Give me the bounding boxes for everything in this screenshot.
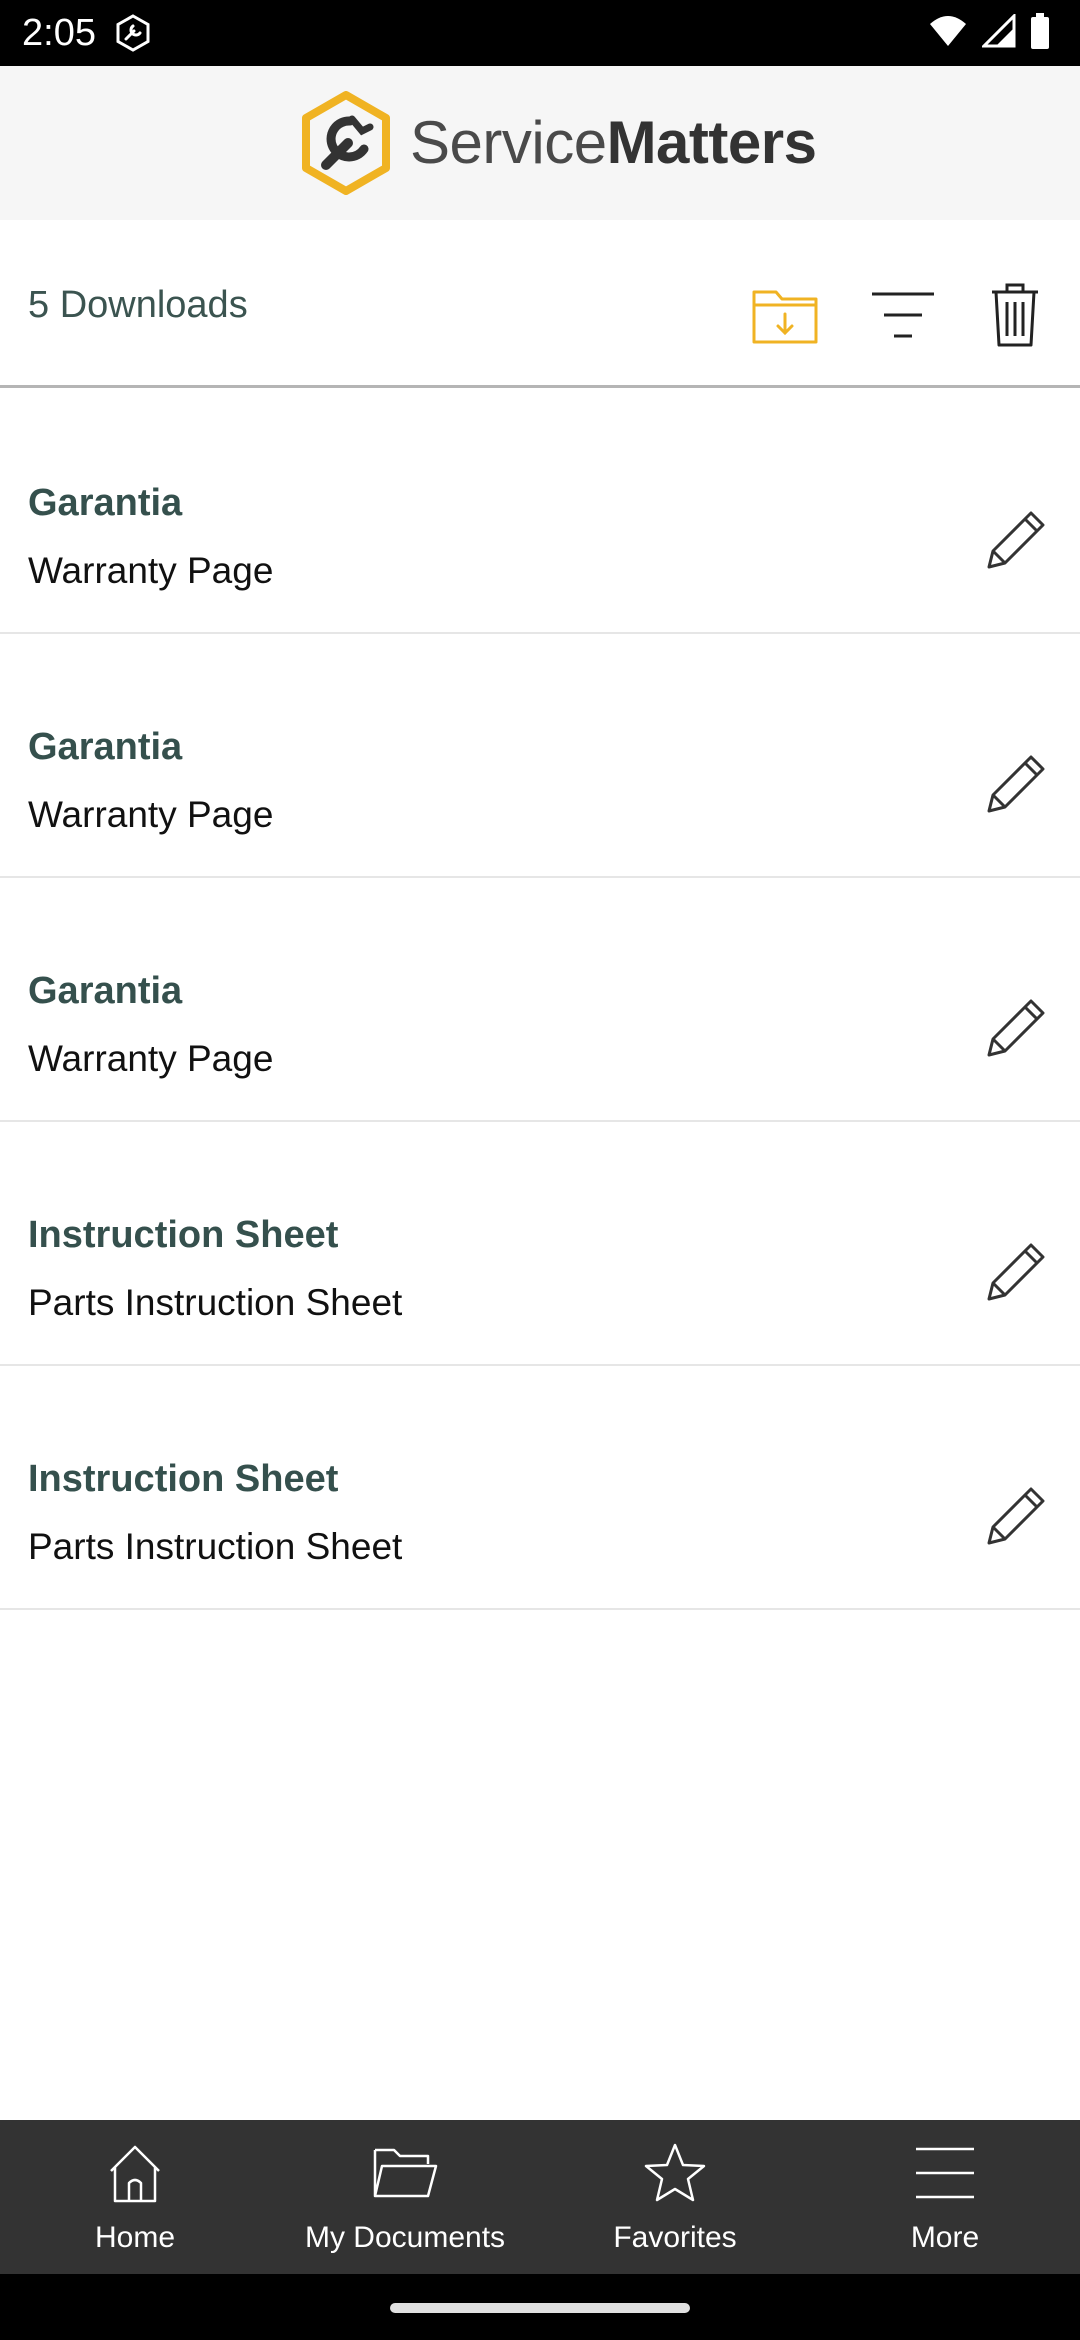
nav-my-documents[interactable]: My Documents: [270, 2120, 540, 2274]
pencil-icon: [983, 1239, 1049, 1310]
folder-download-button[interactable]: [750, 282, 820, 352]
status-icons: [928, 11, 1050, 54]
edit-button[interactable]: [980, 1238, 1052, 1310]
edit-button[interactable]: [980, 750, 1052, 822]
nav-more[interactable]: More: [810, 2120, 1080, 2274]
nav-my-documents-label: My Documents: [304, 2221, 506, 2254]
document-subtitle: Parts Instruction Sheet: [28, 1282, 403, 1323]
trash-icon: [990, 282, 1040, 353]
pencil-icon: [983, 1483, 1049, 1554]
signal-icon: [980, 11, 1016, 53]
list-item[interactable]: Garantia Warranty Page: [0, 634, 1080, 878]
app-notification-icon: [114, 14, 152, 52]
brand-name: ServiceMatters: [410, 113, 817, 173]
home-gesture-handle[interactable]: [390, 2303, 690, 2313]
pencil-icon: [983, 507, 1049, 578]
document-title: Garantia: [28, 726, 183, 768]
folder-download-icon: [752, 286, 818, 349]
edit-button[interactable]: [980, 1482, 1052, 1554]
star-icon: [639, 2140, 711, 2206]
filter-icon: [870, 290, 936, 345]
app-header: ServiceMatters: [0, 66, 1080, 220]
document-title: Instruction Sheet: [28, 1458, 339, 1500]
pencil-icon: [983, 751, 1049, 822]
nav-favorites[interactable]: Favorites: [540, 2120, 810, 2274]
list-item[interactable]: Garantia Warranty Page: [0, 390, 1080, 634]
nav-home[interactable]: Home: [0, 2120, 270, 2274]
list-item[interactable]: Instruction Sheet Parts Instruction Shee…: [0, 1122, 1080, 1366]
edit-button[interactable]: [980, 994, 1052, 1066]
document-title: Garantia: [28, 482, 183, 524]
document-title: Garantia: [28, 970, 183, 1012]
wifi-icon: [928, 14, 968, 53]
brand-name-light: Service: [410, 109, 607, 176]
nav-favorites-label: Favorites: [613, 2221, 737, 2254]
filter-button[interactable]: [868, 282, 938, 352]
system-navigation-bar: [0, 2274, 1080, 2340]
status-time: 2:05: [22, 12, 96, 54]
home-icon: [99, 2140, 171, 2206]
document-subtitle: Warranty Page: [28, 1038, 274, 1079]
bottom-navigation: Home My Documents Favorites More: [0, 2120, 1080, 2274]
battery-icon: [1030, 12, 1050, 54]
wrench-hexagon-icon: [300, 91, 392, 195]
edit-button[interactable]: [980, 506, 1052, 578]
menu-icon: [909, 2140, 981, 2206]
document-subtitle: Warranty Page: [28, 794, 274, 835]
status-bar: 2:05: [0, 0, 1080, 66]
delete-button[interactable]: [980, 282, 1050, 352]
nav-more-label: More: [910, 2221, 980, 2254]
folder-icon: [369, 2140, 441, 2206]
brand-name-bold: Matters: [606, 109, 817, 176]
downloads-toolbar: 5 Downloads: [0, 220, 1080, 388]
brand-logo: ServiceMatters: [300, 90, 817, 196]
list-item[interactable]: Instruction Sheet Parts Instruction Shee…: [0, 1366, 1080, 1610]
document-title: Instruction Sheet: [28, 1214, 339, 1256]
list-item[interactable]: Garantia Warranty Page: [0, 878, 1080, 1122]
nav-home-label: Home: [94, 2221, 176, 2254]
pencil-icon: [983, 995, 1049, 1066]
document-subtitle: Parts Instruction Sheet: [28, 1526, 403, 1567]
document-subtitle: Warranty Page: [28, 550, 274, 591]
downloads-count: 5 Downloads: [28, 284, 248, 326]
downloads-list: Garantia Warranty Page Garantia Warranty…: [0, 390, 1080, 1610]
